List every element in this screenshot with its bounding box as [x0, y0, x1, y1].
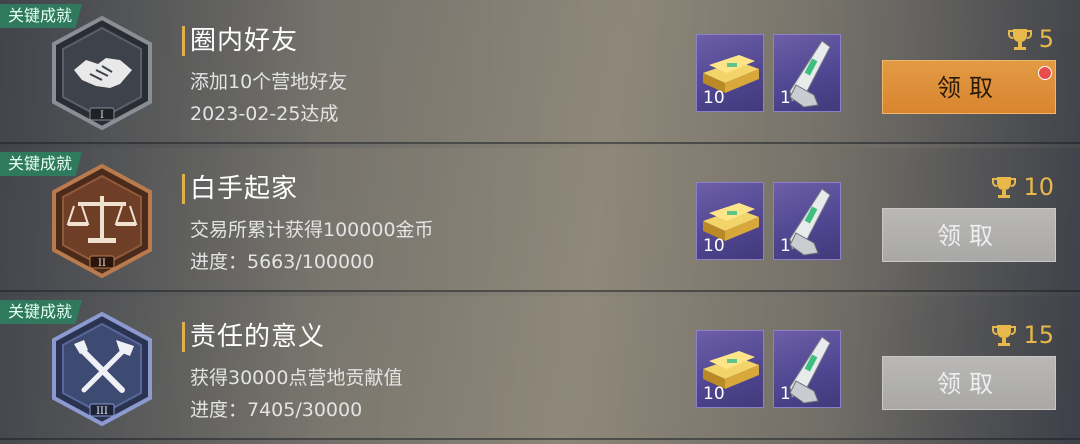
trophy-count: 15	[1023, 321, 1054, 349]
trophy-count: 5	[1038, 25, 1054, 53]
achievement-progress: 进度：7405/30000	[190, 399, 363, 421]
trophy-icon	[992, 325, 1017, 346]
claim-button[interactable]: 领取	[882, 208, 1056, 262]
trophy-icon	[992, 177, 1017, 198]
trophy-points: 5	[1007, 24, 1054, 54]
achievement-list: 关键成就 I 圈内好友 添加10个营地好友 2023-02-25达成 10 1 …	[0, 0, 1080, 444]
claim-button[interactable]: 领取	[882, 60, 1056, 114]
claim-button[interactable]: 领取	[882, 356, 1056, 410]
badge-tier: I	[100, 110, 104, 121]
title-accent	[182, 322, 185, 352]
reward-weapon-part[interactable]: 1	[773, 34, 841, 112]
notification-dot	[1038, 66, 1052, 80]
badge-tier: III	[96, 406, 108, 417]
reward-count: 10	[703, 236, 725, 256]
trophy-icon	[1007, 29, 1032, 50]
reward-weapon-part[interactable]: 1	[773, 330, 841, 408]
achievement-title: 责任的意义	[190, 322, 326, 352]
reward-gold-bars[interactable]: 10	[696, 34, 764, 112]
achievement-description: 交易所累计获得100000金币	[190, 219, 434, 241]
key-achievement-tag: 关键成就	[0, 300, 83, 324]
reward-count: 1	[780, 384, 791, 404]
handshake-badge-icon: I	[52, 15, 152, 131]
achievement-description: 添加10个营地好友	[190, 71, 348, 93]
achievement-description: 获得30000点营地贡献值	[190, 367, 403, 389]
achievement-title: 圈内好友	[190, 26, 299, 56]
title-accent	[182, 26, 185, 56]
achievement-progress: 进度：5663/100000	[190, 251, 375, 273]
reward-gold-bars[interactable]: 10	[696, 330, 764, 408]
key-achievement-tag: 关键成就	[0, 4, 83, 28]
reward-count: 1	[780, 236, 791, 256]
achievement-title: 白手起家	[190, 174, 299, 204]
scales-badge-icon: II	[52, 163, 152, 279]
achievement-status: 2023-02-25达成	[190, 103, 339, 125]
key-achievement-tag: 关键成就	[0, 152, 83, 176]
hammer-screwdriver-badge-icon: III	[52, 311, 152, 427]
trophy-points: 10	[991, 172, 1054, 202]
reward-count: 1	[780, 88, 791, 108]
reward-count: 10	[703, 88, 725, 108]
trophy-points: 15	[991, 320, 1054, 350]
reward-gold-bars[interactable]: 10	[696, 182, 764, 260]
achievement-row: 关键成就 III 责任的意义 获得30000点营地贡献值 进度：7405/300…	[0, 296, 1080, 440]
achievement-row: 关键成就 II 白手起家 交易所累计获得100000金币 进度：5663/100…	[0, 148, 1080, 292]
badge-tier: II	[98, 258, 106, 269]
reward-count: 10	[703, 384, 725, 404]
achievement-row: 关键成就 I 圈内好友 添加10个营地好友 2023-02-25达成 10 1 …	[0, 0, 1080, 144]
reward-weapon-part[interactable]: 1	[773, 182, 841, 260]
title-accent	[182, 174, 185, 204]
trophy-count: 10	[1023, 173, 1054, 201]
